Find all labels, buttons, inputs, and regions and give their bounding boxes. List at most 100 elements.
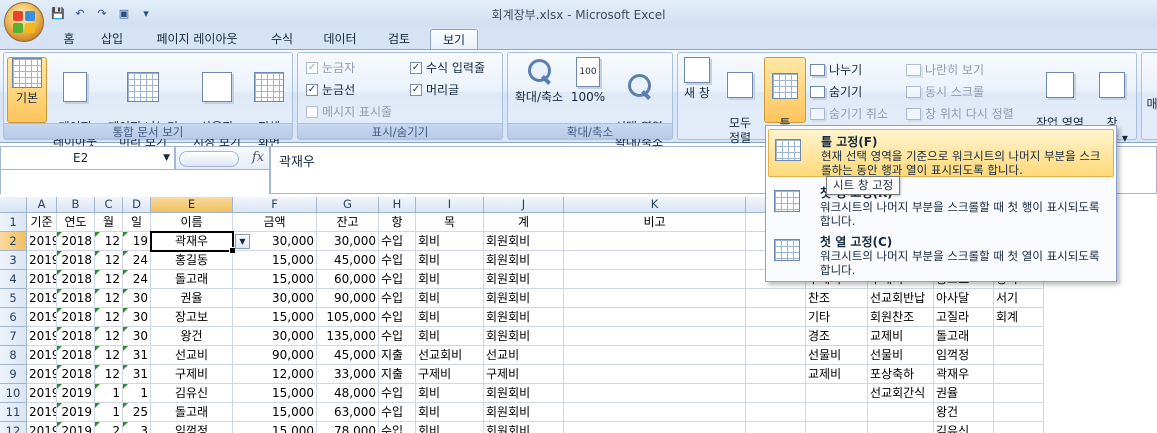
cell[interactable]: 2019 — [57, 384, 95, 403]
cell[interactable]: 선교비 — [484, 346, 564, 365]
cell[interactable]: 비고 — [564, 213, 746, 232]
cell[interactable]: 2019 — [27, 346, 57, 365]
office-button[interactable] — [4, 2, 44, 42]
cell[interactable]: 선물비 — [806, 346, 868, 365]
row-header[interactable]: 4 — [0, 270, 27, 289]
cell[interactable]: 수입 — [379, 422, 416, 433]
headings-checkbox[interactable]: ✓ 머리글 — [410, 81, 459, 99]
cell[interactable]: 회비 — [416, 327, 484, 346]
cell[interactable]: 회비 — [416, 289, 484, 308]
column-header[interactable]: C — [95, 197, 123, 213]
page-layout-view-button[interactable]: 페이지 레이아웃 — [51, 57, 99, 149]
cell[interactable]: 회원회비 — [484, 422, 564, 433]
cell[interactable]: 홍길동 — [151, 251, 233, 270]
freeze-panes-button[interactable]: 틀 고정 ▾ — [764, 57, 806, 146]
cell[interactable]: 왕건 — [151, 327, 233, 346]
cell[interactable]: 15,000 — [233, 384, 317, 403]
cell[interactable] — [564, 422, 746, 433]
cell[interactable]: 15,000 — [233, 251, 317, 270]
cell[interactable]: 회비 — [416, 251, 484, 270]
cell[interactable]: 선교회간식 — [868, 384, 934, 403]
cell[interactable]: 서기 — [994, 289, 1044, 308]
cell[interactable] — [994, 365, 1044, 384]
cell[interactable]: 월 — [95, 213, 123, 232]
cell[interactable] — [806, 422, 868, 433]
cell[interactable]: 수입 — [379, 403, 416, 422]
freeze-panes-item[interactable]: 틀 고정(F) 현재 선택 영역을 기준으로 워크시트의 나머지 부분을 스크롤… — [768, 129, 1114, 177]
cell[interactable] — [994, 346, 1044, 365]
cell[interactable]: 수입 — [379, 251, 416, 270]
cell[interactable]: 90,000 — [317, 289, 379, 308]
cell[interactable]: 선교비 — [151, 346, 233, 365]
cell[interactable]: 장고보 — [151, 308, 233, 327]
cell[interactable]: 15,000 — [233, 270, 317, 289]
cell[interactable]: 임꺽정 — [151, 422, 233, 433]
column-header[interactable]: I — [416, 197, 484, 213]
cell[interactable]: 1 — [123, 384, 151, 403]
cell[interactable] — [564, 289, 746, 308]
freeze-top-row-item[interactable]: 첫 행 고정(R) 워크시트의 나머지 부분을 스크롤할 때 첫 행이 표시되도… — [768, 181, 1114, 229]
cell[interactable]: 권율 — [934, 384, 994, 403]
cell[interactable]: 회원회비 — [484, 308, 564, 327]
cell[interactable]: 2018 — [57, 308, 95, 327]
cell[interactable]: 목 — [416, 213, 484, 232]
hide-button[interactable]: 숨기기 — [810, 83, 862, 101]
cell[interactable]: 선교회비 — [416, 346, 484, 365]
cell[interactable]: 회비 — [416, 270, 484, 289]
cell[interactable] — [994, 403, 1044, 422]
custom-views-button[interactable]: 사용자 지정 보기 — [189, 57, 245, 149]
cell[interactable]: 2019 — [27, 422, 57, 433]
row-header[interactable]: 2 — [0, 232, 27, 251]
cell[interactable]: 구제비 — [416, 365, 484, 384]
cell[interactable]: 1 — [95, 403, 123, 422]
gridlines-checkbox[interactable]: ✓ 눈금선 — [306, 81, 355, 99]
cell[interactable]: 15,000 — [233, 422, 317, 433]
row-header[interactable]: 8 — [0, 346, 27, 365]
tab-view[interactable]: 보기 — [430, 29, 478, 49]
cell[interactable]: 30,000 — [317, 232, 379, 251]
cell[interactable]: 이름 — [151, 213, 233, 232]
cell[interactable]: 계 — [484, 213, 564, 232]
column-header[interactable]: K — [564, 197, 746, 213]
column-header[interactable]: F — [233, 197, 317, 213]
cell[interactable]: 12 — [95, 232, 123, 251]
cell[interactable]: 33,000 — [317, 365, 379, 384]
validation-dropdown-icon[interactable]: ▼ — [235, 234, 250, 249]
cell[interactable]: 2019 — [27, 403, 57, 422]
cell[interactable]: 수입 — [379, 232, 416, 251]
cell[interactable] — [746, 403, 806, 422]
cell[interactable]: 2018 — [57, 232, 95, 251]
cell[interactable]: 2 — [95, 422, 123, 433]
cell[interactable]: 포상축하 — [868, 365, 934, 384]
cell[interactable] — [806, 403, 868, 422]
cell[interactable]: 경조 — [806, 327, 868, 346]
cell[interactable]: 2019 — [57, 422, 95, 433]
row-header[interactable]: 3 — [0, 251, 27, 270]
cell[interactable]: 선교회반납 — [868, 289, 934, 308]
cell[interactable]: 구제비 — [484, 365, 564, 384]
cell[interactable] — [746, 289, 806, 308]
cell[interactable]: 25 — [123, 403, 151, 422]
cell[interactable]: 회비 — [416, 422, 484, 433]
cell[interactable]: 회비 — [416, 308, 484, 327]
cell[interactable]: 곽재우 — [934, 365, 994, 384]
cell[interactable]: 구제비 — [151, 365, 233, 384]
cell[interactable]: 기준 — [27, 213, 57, 232]
cell[interactable]: 회원회비 — [484, 251, 564, 270]
row-header[interactable]: 9 — [0, 365, 27, 384]
zoom-100-button[interactable]: 100 100% — [570, 57, 606, 123]
cell[interactable]: 회계 — [994, 308, 1044, 327]
cell[interactable] — [994, 422, 1044, 433]
cell[interactable]: 찬조 — [806, 289, 868, 308]
row-header[interactable]: 12 — [0, 422, 27, 433]
cell[interactable]: 63,000 — [317, 403, 379, 422]
cell[interactable] — [994, 327, 1044, 346]
cell[interactable] — [564, 308, 746, 327]
cell[interactable] — [868, 422, 934, 433]
cell[interactable]: 회원회비 — [484, 384, 564, 403]
cell[interactable]: 회원회비 — [484, 232, 564, 251]
column-header[interactable]: D — [123, 197, 151, 213]
cell[interactable]: 2019 — [27, 327, 57, 346]
cell[interactable]: 수입 — [379, 384, 416, 403]
cell[interactable]: 12 — [95, 346, 123, 365]
